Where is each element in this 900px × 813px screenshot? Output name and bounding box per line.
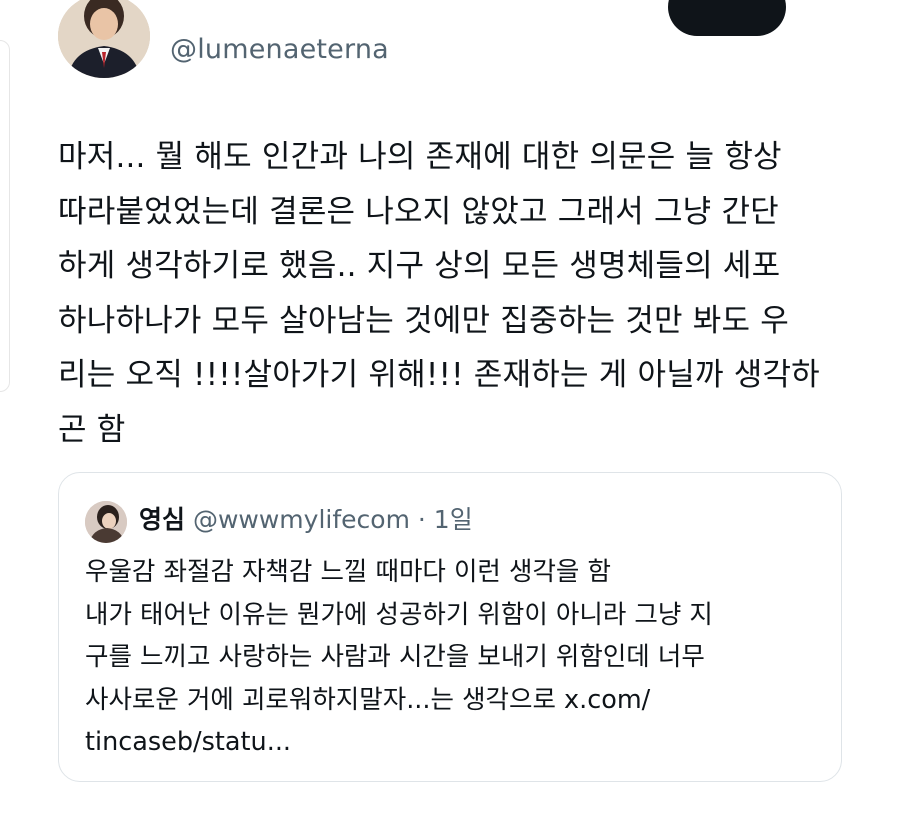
quoted-tweet-card[interactable]: 영심 @wwwmylifecom · 1일 우울감 좌절감 자책감 느낄 때마다… (58, 472, 842, 782)
quoted-tweet-time[interactable]: 1일 (434, 505, 473, 534)
avatar-photo-icon (58, 0, 150, 78)
quoted-avatar-photo-icon (85, 501, 127, 543)
left-panel-edge (0, 40, 10, 392)
author-handle[interactable]: @lumenaeterna (170, 34, 389, 65)
quoted-tweet-text: 우울감 좌절감 자책감 느낄 때마다 이런 생각을 함 내가 태어난 이유는 뭔… (85, 557, 713, 757)
follow-button[interactable] (668, 0, 786, 36)
quoted-author-name[interactable]: 영심 (139, 505, 185, 534)
header-separator: · (417, 505, 426, 534)
quoted-tweet-header: 영심 @wwwmylifecom · 1일 (139, 503, 473, 537)
author-avatar[interactable] (58, 0, 150, 78)
quoted-author-handle[interactable]: @wwwmylifecom (193, 505, 410, 534)
tweet-text: 마저... 뭘 해도 인간과 나의 존재에 대한 의문은 늘 항상 따라붙었었는… (58, 139, 820, 448)
quoted-author-avatar[interactable] (85, 501, 127, 543)
